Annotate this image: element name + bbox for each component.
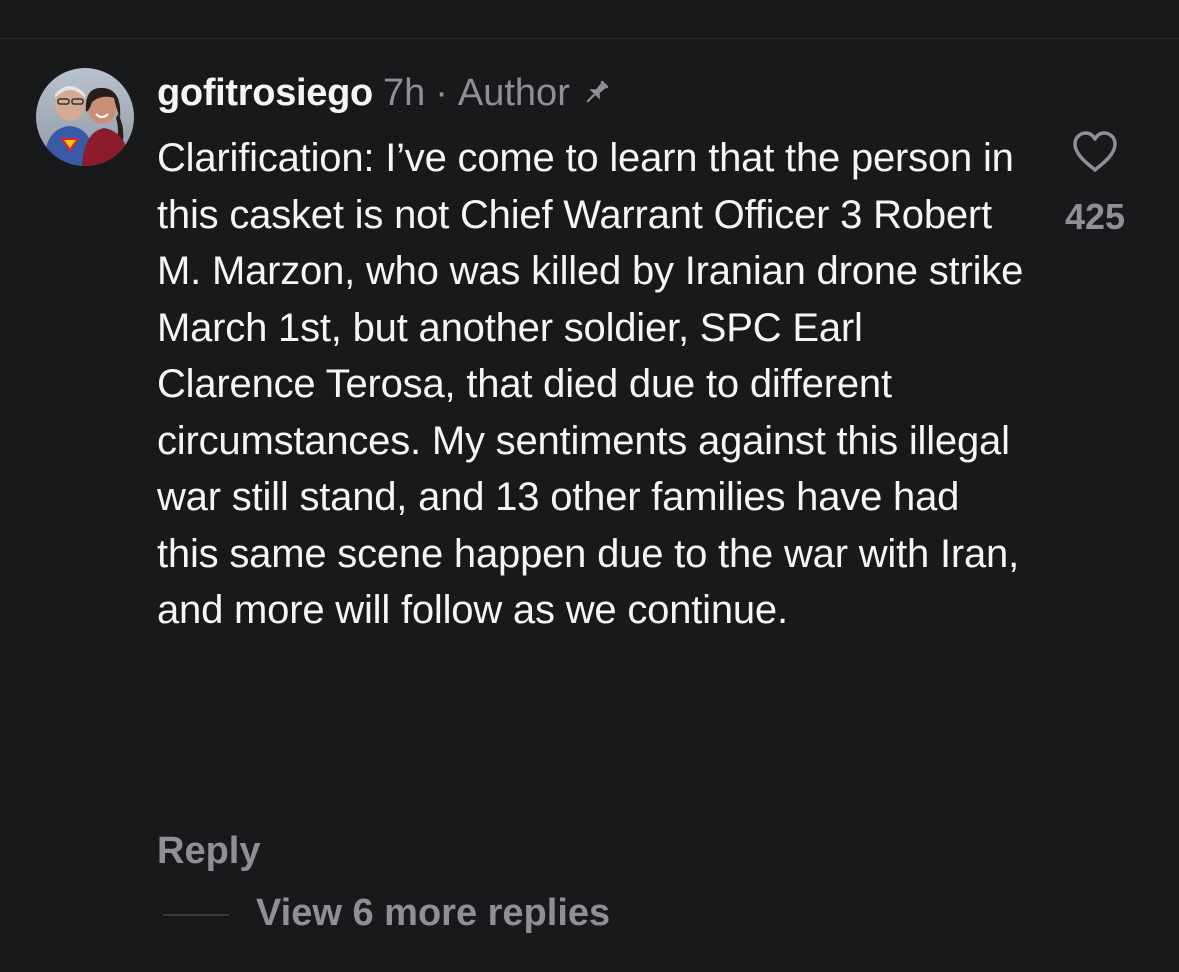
top-divider [0, 38, 1179, 39]
reply-button[interactable]: Reply [157, 830, 260, 873]
author-badge: Author [457, 71, 570, 114]
like-button[interactable] [1071, 130, 1119, 174]
replies-divider-line [163, 914, 229, 916]
username[interactable]: gofitrosiego [157, 72, 373, 115]
timestamp: 7h [382, 71, 426, 114]
heart-icon [1073, 131, 1117, 172]
comment-header: gofitrosiego 7h · Author [157, 70, 612, 116]
view-more-replies-button[interactable]: View 6 more replies [256, 892, 610, 935]
separator-dot: · [435, 71, 448, 114]
avatar[interactable] [36, 68, 134, 166]
avatar-photo [36, 68, 134, 166]
like-count: 425 [1064, 196, 1126, 237]
pin-icon [580, 77, 612, 109]
comment-body: Clarification: I’ve come to learn that t… [157, 136, 1024, 632]
